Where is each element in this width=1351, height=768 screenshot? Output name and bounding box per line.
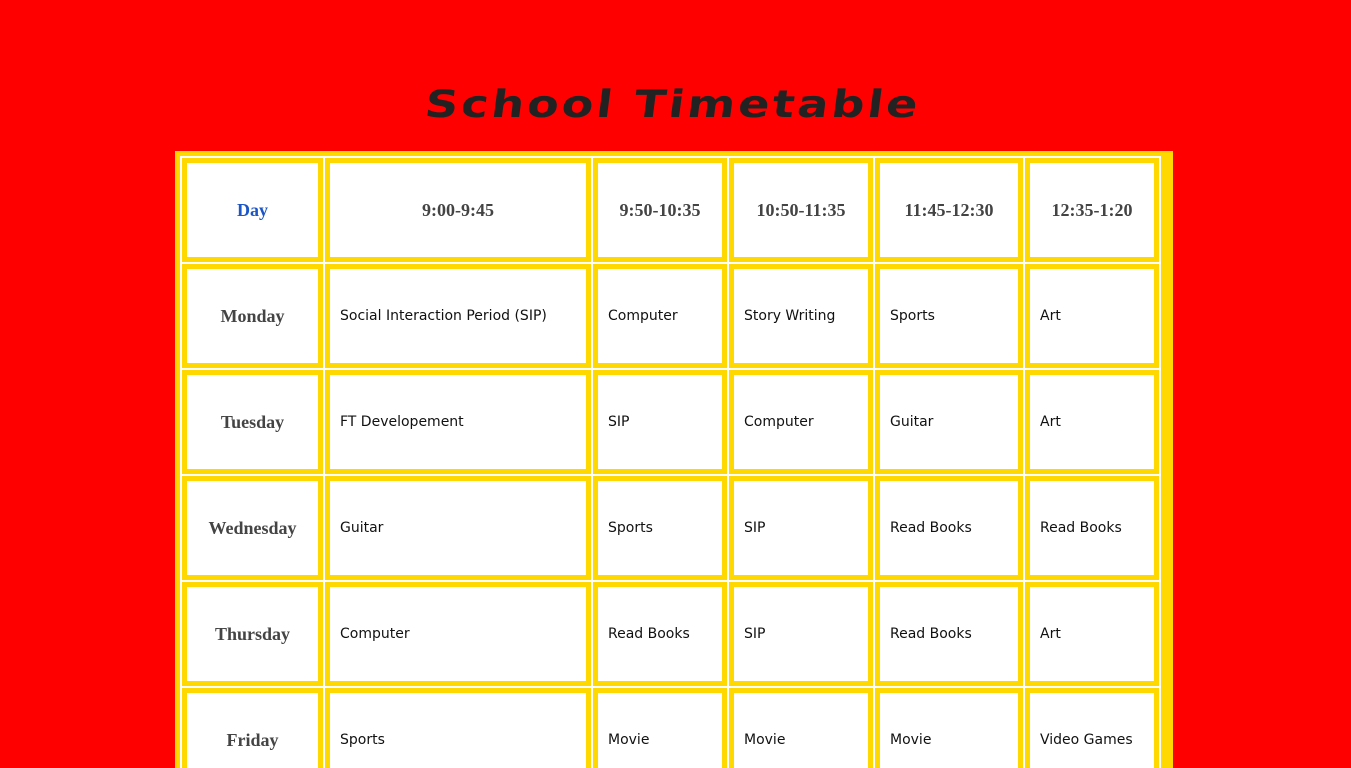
period-cell: Guitar	[325, 476, 591, 580]
period-cell: Sports	[593, 476, 727, 580]
period-cell: FT Developement	[325, 370, 591, 474]
period-cell: Read Books	[875, 476, 1023, 580]
period-cell: Art	[1025, 370, 1159, 474]
period-cell: SIP	[729, 582, 873, 686]
header-cell-day: Day	[182, 158, 323, 262]
day-cell: Friday	[182, 688, 323, 768]
table-row-wednesday: Wednesday Guitar Sports SIP Read Books R…	[182, 476, 1159, 580]
period-cell: Read Books	[1025, 476, 1159, 580]
header-cell-period-3: 10:50-11:35	[729, 158, 873, 262]
period-cell: Computer	[593, 264, 727, 368]
period-cell: SIP	[729, 476, 873, 580]
period-cell: Video Games	[1025, 688, 1159, 768]
period-cell: Guitar	[875, 370, 1023, 474]
page-title: School Timetable	[422, 81, 924, 126]
period-cell: Art	[1025, 582, 1159, 686]
timetable: Day 9:00-9:45 9:50-10:35 10:50-11:35 11:…	[180, 156, 1161, 768]
day-cell: Wednesday	[182, 476, 323, 580]
day-cell: Monday	[182, 264, 323, 368]
header-cell-period-2: 9:50-10:35	[593, 158, 727, 262]
period-cell: Computer	[325, 582, 591, 686]
period-cell: Art	[1025, 264, 1159, 368]
period-cell: Story Writing	[729, 264, 873, 368]
period-cell: Sports	[325, 688, 591, 768]
period-cell: Sports	[875, 264, 1023, 368]
header-cell-period-4: 11:45-12:30	[875, 158, 1023, 262]
table-row-monday: Monday Social Interaction Period (SIP) C…	[182, 264, 1159, 368]
timetable-frame: Day 9:00-9:45 9:50-10:35 10:50-11:35 11:…	[175, 151, 1173, 768]
period-cell: Social Interaction Period (SIP)	[325, 264, 591, 368]
table-row-tuesday: Tuesday FT Developement SIP Computer Gui…	[182, 370, 1159, 474]
header-cell-period-1: 9:00-9:45	[325, 158, 591, 262]
period-cell: Movie	[729, 688, 873, 768]
day-cell: Tuesday	[182, 370, 323, 474]
header-cell-period-5: 12:35-1:20	[1025, 158, 1159, 262]
header-row: Day 9:00-9:45 9:50-10:35 10:50-11:35 11:…	[182, 158, 1159, 262]
day-cell: Thursday	[182, 582, 323, 686]
period-cell: SIP	[593, 370, 727, 474]
table-row-thursday: Thursday Computer Read Books SIP Read Bo…	[182, 582, 1159, 686]
period-cell: Read Books	[875, 582, 1023, 686]
period-cell: Movie	[875, 688, 1023, 768]
period-cell: Computer	[729, 370, 873, 474]
table-row-friday: Friday Sports Movie Movie Movie Video Ga…	[182, 688, 1159, 768]
period-cell: Read Books	[593, 582, 727, 686]
period-cell: Movie	[593, 688, 727, 768]
